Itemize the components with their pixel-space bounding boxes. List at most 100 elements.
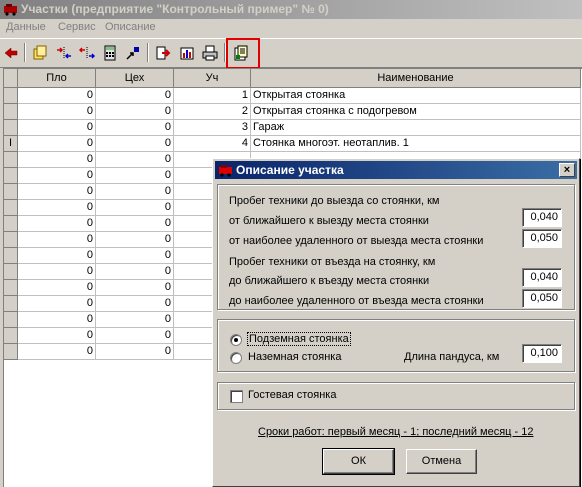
table-row[interactable]: I 0 0 4 Стоянка многоэт. неотаплив. 1 [4,136,581,152]
cell-section[interactable]: 1 [174,88,251,104]
cell-plo[interactable]: 0 [18,232,96,248]
close-icon[interactable]: × [559,163,575,177]
cell-plo[interactable]: 0 [18,280,96,296]
print-icon[interactable] [200,43,220,62]
ok-button[interactable]: ОК [322,448,395,475]
menu-service[interactable]: Сервис [58,21,96,33]
cell-name[interactable]: Открытая стоянка [251,88,581,104]
cell-shop[interactable]: 0 [96,104,174,120]
row-indicator[interactable] [4,184,18,200]
cell-plo[interactable]: 0 [18,168,96,184]
cell-shop[interactable]: 0 [96,152,174,168]
cell-section[interactable]: 4 [174,136,251,152]
cell-shop[interactable]: 0 [96,88,174,104]
calculator-icon[interactable] [100,43,120,62]
schedule-link[interactable]: Сроки работ: первый месяц - 1; последний… [258,426,534,438]
entry-farthest-field[interactable]: 0,050 [522,289,562,308]
export-icon[interactable] [153,43,173,62]
row-indicator[interactable] [4,344,18,360]
row-indicator[interactable] [4,328,18,344]
menu-data[interactable]: Данные [6,21,46,33]
table-row[interactable]: 0 0 1 Открытая стоянка [4,88,581,104]
cell-shop[interactable]: 0 [96,296,174,312]
cell-shop[interactable]: 0 [96,168,174,184]
ground-label[interactable]: Наземная стоянка [248,351,341,363]
table-row[interactable]: 0 0 2 Открытая стоянка с подогревом [4,104,581,120]
row-indicator[interactable] [4,168,18,184]
guest-label[interactable]: Гостевая стоянка [248,389,336,401]
ground-radio[interactable] [230,352,242,364]
cell-shop[interactable]: 0 [96,280,174,296]
entry-nearest-field[interactable]: 0,040 [522,268,562,287]
cell-plo[interactable]: 0 [18,248,96,264]
cell-section[interactable]: 2 [174,104,251,120]
cell-shop[interactable]: 0 [96,248,174,264]
cell-plo[interactable]: 0 [18,344,96,360]
cancel-button[interactable]: Отмена [406,449,477,474]
row-indicator[interactable] [4,216,18,232]
row-indicator[interactable] [4,248,18,264]
column-header-name[interactable]: Наименование [251,69,581,88]
menu-description[interactable]: Описание [105,21,156,33]
cell-shop[interactable]: 0 [96,136,174,152]
cell-plo[interactable]: 0 [18,264,96,280]
ramp-length-label: Длина пандуса, км [404,351,500,363]
cell-shop[interactable]: 0 [96,344,174,360]
cell-plo[interactable]: 0 [18,216,96,232]
column-header-section[interactable]: Уч [174,69,251,88]
row-indicator[interactable] [4,312,18,328]
toolbar-separator [147,43,149,62]
cell-shop[interactable]: 0 [96,200,174,216]
cell-plo[interactable]: 0 [18,104,96,120]
cell-plo[interactable]: 0 [18,88,96,104]
exit-nearest-field[interactable]: 0,040 [522,208,562,227]
window-titlebar: Участки (предприятие "Контрольный пример… [0,0,582,19]
ramp-length-field[interactable]: 0,100 [522,344,562,363]
move-in-icon[interactable] [54,43,74,62]
cell-plo[interactable]: 0 [18,136,96,152]
exit-farthest-field[interactable]: 0,050 [522,229,562,248]
cell-shop[interactable]: 0 [96,232,174,248]
cell-shop[interactable]: 0 [96,328,174,344]
row-indicator[interactable] [4,104,18,120]
menu-bar: Данные Сервис Описание [0,19,582,38]
row-indicator[interactable] [4,280,18,296]
cell-plo[interactable]: 0 [18,312,96,328]
cell-shop[interactable]: 0 [96,184,174,200]
copy-icon[interactable] [30,43,50,62]
cell-shop[interactable]: 0 [96,312,174,328]
row-indicator[interactable] [4,120,18,136]
cell-plo[interactable]: 0 [18,152,96,168]
row-indicator[interactable] [4,232,18,248]
column-header-shop[interactable]: Цех [96,69,174,88]
move-out-icon[interactable] [77,43,97,62]
cell-shop[interactable]: 0 [96,216,174,232]
back-arrow-icon[interactable] [1,43,21,62]
toolbar [0,38,582,68]
guest-checkbox[interactable] [230,390,243,403]
cell-shop[interactable]: 0 [96,120,174,136]
dialog-app-icon [218,163,233,177]
row-indicator[interactable] [4,296,18,312]
cell-shop[interactable]: 0 [96,264,174,280]
cell-section[interactable]: 3 [174,120,251,136]
arrow-tool-icon[interactable] [123,43,143,62]
column-header-plo[interactable]: Пло [18,69,96,88]
cell-plo[interactable]: 0 [18,184,96,200]
cell-name[interactable]: Открытая стоянка с подогревом [251,104,581,120]
cell-name[interactable]: Гараж [251,120,581,136]
row-indicator[interactable] [4,152,18,168]
row-indicator[interactable] [4,264,18,280]
cell-plo[interactable]: 0 [18,296,96,312]
underground-label[interactable]: Подземная стоянка [247,332,351,346]
underground-radio[interactable] [230,334,242,346]
row-indicator[interactable] [4,88,18,104]
table-row[interactable]: 0 0 3 Гараж [4,120,581,136]
row-indicator[interactable]: I [4,136,18,152]
cell-plo[interactable]: 0 [18,120,96,136]
chart-icon[interactable] [177,43,197,62]
cell-plo[interactable]: 0 [18,200,96,216]
cell-name[interactable]: Стоянка многоэт. неотаплив. 1 [251,136,581,152]
cell-plo[interactable]: 0 [18,328,96,344]
row-indicator[interactable] [4,200,18,216]
